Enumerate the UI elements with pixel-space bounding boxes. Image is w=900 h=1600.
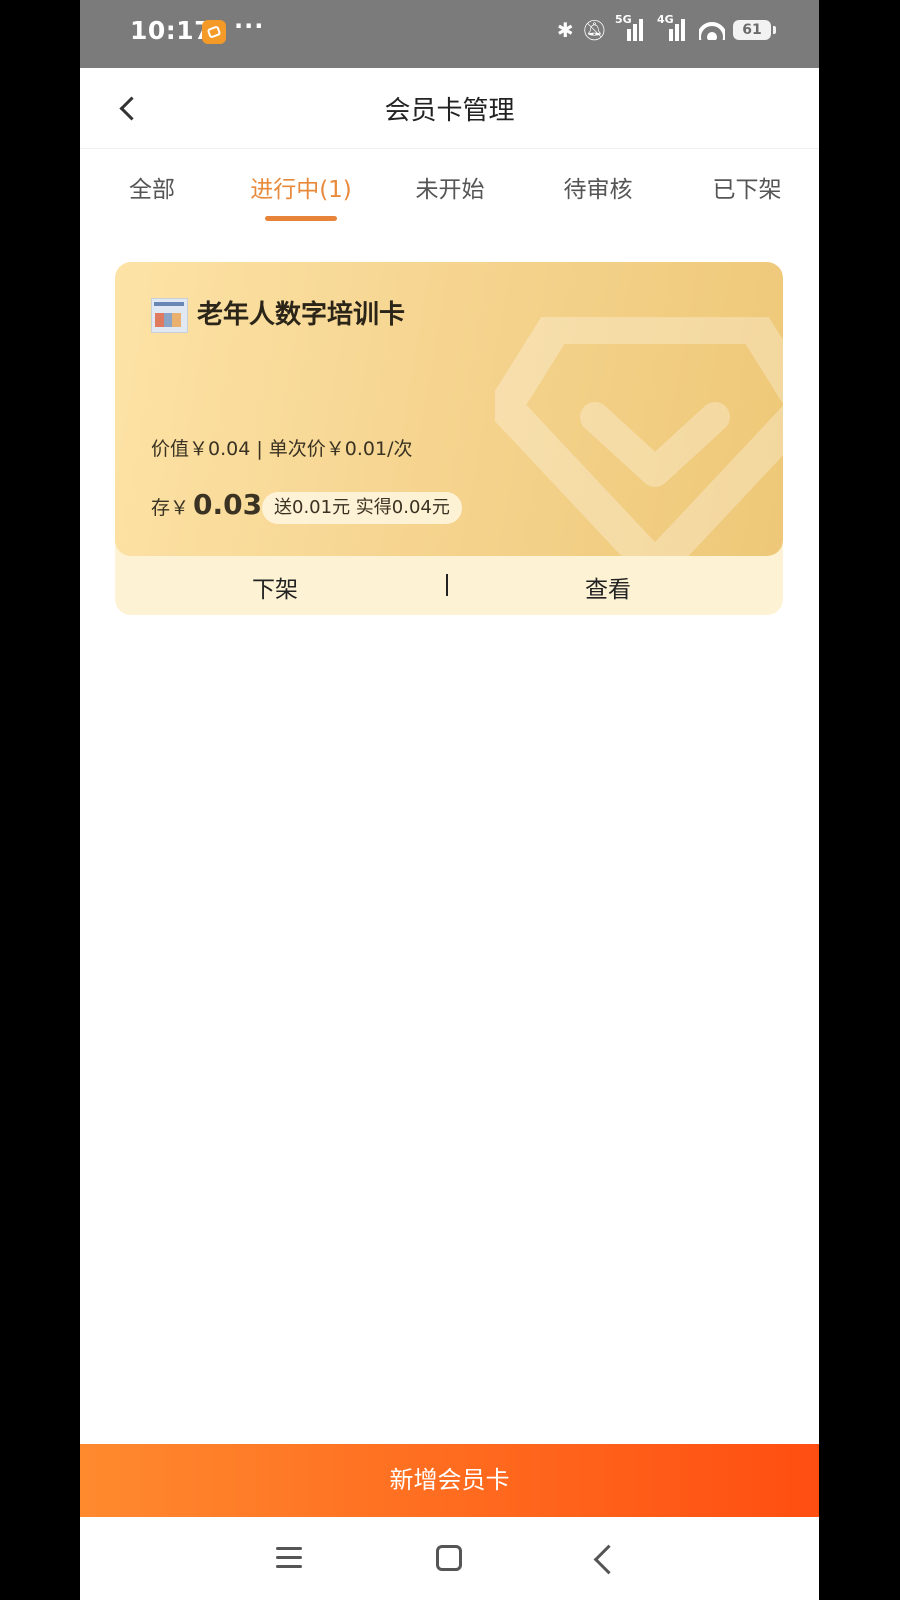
status-time: 10:17 bbox=[130, 16, 213, 45]
phone-screen: 10:17 ··· ✱ 🔕︎ 5G 4G 61 会员卡管理 全部 进行中(1) … bbox=[80, 0, 819, 1600]
page-header: 会员卡管理 bbox=[80, 68, 819, 149]
status-bar: 10:17 ··· ✱ 🔕︎ 5G 4G 61 bbox=[80, 0, 819, 68]
action-divider bbox=[446, 574, 448, 596]
card-price-info: 价值￥0.04 | 单次价￥0.01/次 bbox=[151, 438, 413, 460]
more-notifications-icon: ··· bbox=[234, 12, 265, 40]
signal-4g-label: 4G bbox=[657, 13, 674, 26]
view-button[interactable]: 查看 bbox=[585, 570, 631, 604]
tab-pending-review[interactable]: 待审核 bbox=[564, 170, 633, 204]
diamond-watermark-icon bbox=[495, 317, 783, 556]
tab-all[interactable]: 全部 bbox=[129, 170, 175, 204]
system-nav-bar bbox=[80, 1517, 819, 1600]
signal-5g-label: 5G bbox=[615, 13, 632, 26]
signal-5g-icon: 5G bbox=[615, 13, 649, 41]
battery-icon: 61 bbox=[733, 20, 776, 40]
wifi-icon bbox=[699, 20, 725, 40]
card-face: 老年人数字培训卡 价值￥0.04 | 单次价￥0.01/次 存￥ 0.03 送0… bbox=[115, 262, 783, 556]
membership-card[interactable]: 老年人数字培训卡 价值￥0.04 | 单次价￥0.01/次 存￥ 0.03 送0… bbox=[115, 262, 783, 615]
card-name: 老年人数字培训卡 bbox=[197, 300, 406, 330]
app-notification-icon bbox=[202, 20, 226, 44]
delist-button[interactable]: 下架 bbox=[252, 570, 298, 604]
stored-value-label: 存￥ bbox=[151, 497, 190, 519]
mute-bell-icon: 🔕︎ bbox=[581, 18, 607, 42]
card-actions: 下架 查看 bbox=[115, 556, 783, 615]
status-icons: ✱ 🔕︎ 5G 4G 61 bbox=[556, 13, 776, 42]
active-tab-indicator bbox=[265, 216, 337, 221]
add-membership-card-button[interactable]: 新增会员卡 bbox=[80, 1444, 819, 1517]
card-stored-value: 存￥ 0.03 bbox=[151, 488, 262, 521]
card-thumbnail bbox=[151, 298, 188, 333]
signal-4g-icon: 4G bbox=[657, 13, 691, 41]
stored-value-amount: 0.03 bbox=[193, 488, 263, 521]
tab-in-progress[interactable]: 进行中(1) bbox=[250, 170, 352, 204]
nav-back-icon[interactable] bbox=[593, 1544, 624, 1575]
menu-icon[interactable] bbox=[276, 1547, 302, 1569]
home-icon[interactable] bbox=[436, 1545, 462, 1571]
tab-not-started[interactable]: 未开始 bbox=[416, 170, 485, 204]
bonus-badge: 送0.01元 实得0.04元 bbox=[262, 492, 462, 524]
bluetooth-icon: ✱ bbox=[556, 18, 574, 42]
tab-delisted[interactable]: 已下架 bbox=[713, 170, 782, 204]
status-tabs: 全部 进行中(1) 未开始 待审核 已下架 bbox=[80, 150, 819, 230]
page-title: 会员卡管理 bbox=[384, 96, 515, 126]
